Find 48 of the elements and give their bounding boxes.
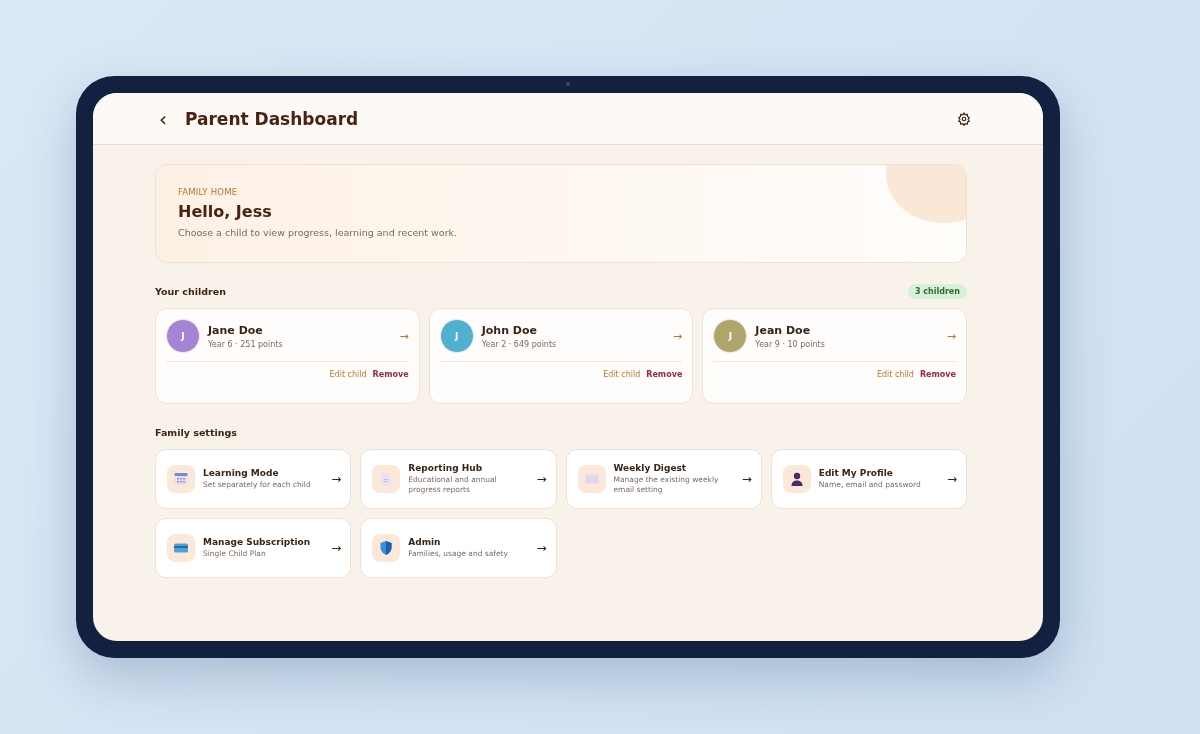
- section-eyebrow: FAMILY HOME: [178, 187, 239, 197]
- setting-title: Admin: [408, 536, 442, 547]
- child-card[interactable]: J Jean Doe Year 9 · 10 points → Edit child Remove: [702, 308, 967, 404]
- child-name: Jane Doe: [208, 323, 264, 337]
- arrow-icon: →: [399, 329, 409, 343]
- avatar: J: [439, 319, 474, 353]
- arrow-icon: →: [331, 541, 342, 555]
- arrow-icon: →: [741, 472, 752, 486]
- page-title: Parent Dashboard: [185, 108, 360, 129]
- setting-title: Weekly Digest: [613, 462, 688, 473]
- setting-title: Manage Subscription: [203, 536, 312, 547]
- avatar: J: [166, 319, 200, 353]
- section-title: Your children: [155, 285, 226, 297]
- arrow-icon: →: [946, 472, 957, 486]
- envelope-icon: [577, 465, 606, 493]
- shield-icon: [372, 534, 401, 562]
- child-details: Year 2 · 649 points: [481, 339, 558, 349]
- child-details: Year 9 · 10 points: [755, 339, 826, 349]
- welcome-subtitle: Choose a child to view progress, learning and recent work.: [178, 227, 459, 238]
- child-card[interactable]: J John Doe Year 2 · 649 points → Edit child Remove: [428, 308, 694, 404]
- child-card[interactable]: J Jane Doe Year 6 · 251 points → Edit child Remove: [155, 308, 420, 404]
- greeting: Hello, Jess: [178, 202, 273, 221]
- child-name: Jean Doe: [755, 323, 812, 337]
- arrow-icon: →: [536, 472, 547, 486]
- setting-title: Learning Mode: [203, 467, 280, 478]
- edit-child-link[interactable]: Edit child: [329, 370, 367, 379]
- setting-title: Edit My Profile: [818, 467, 894, 478]
- child-details: Year 6 · 251 points: [208, 339, 284, 349]
- edit-child-link[interactable]: Edit child: [603, 370, 641, 379]
- remove-link[interactable]: Remove: [919, 370, 956, 379]
- calendar-icon: [167, 465, 195, 493]
- arrow-icon: →: [331, 472, 342, 486]
- settings-icon[interactable]: [957, 111, 971, 126]
- remove-link[interactable]: Remove: [372, 370, 409, 379]
- setting-title: Reporting Hub: [408, 462, 484, 473]
- avatar: J: [713, 319, 748, 353]
- person-icon: [782, 465, 811, 493]
- document-icon: [372, 465, 401, 493]
- arrow-icon: →: [946, 329, 956, 343]
- arrow-icon: →: [536, 541, 547, 555]
- section-title: Family settings: [155, 426, 237, 438]
- edit-child-link[interactable]: Edit child: [876, 370, 914, 379]
- arrow-icon: →: [673, 329, 683, 343]
- back-button[interactable]: ‹: [155, 108, 171, 129]
- child-name: John Doe: [481, 323, 538, 337]
- remove-link[interactable]: Remove: [646, 370, 683, 379]
- children-count-badge: 3 children: [907, 283, 967, 299]
- credit-card-icon: [167, 534, 195, 562]
